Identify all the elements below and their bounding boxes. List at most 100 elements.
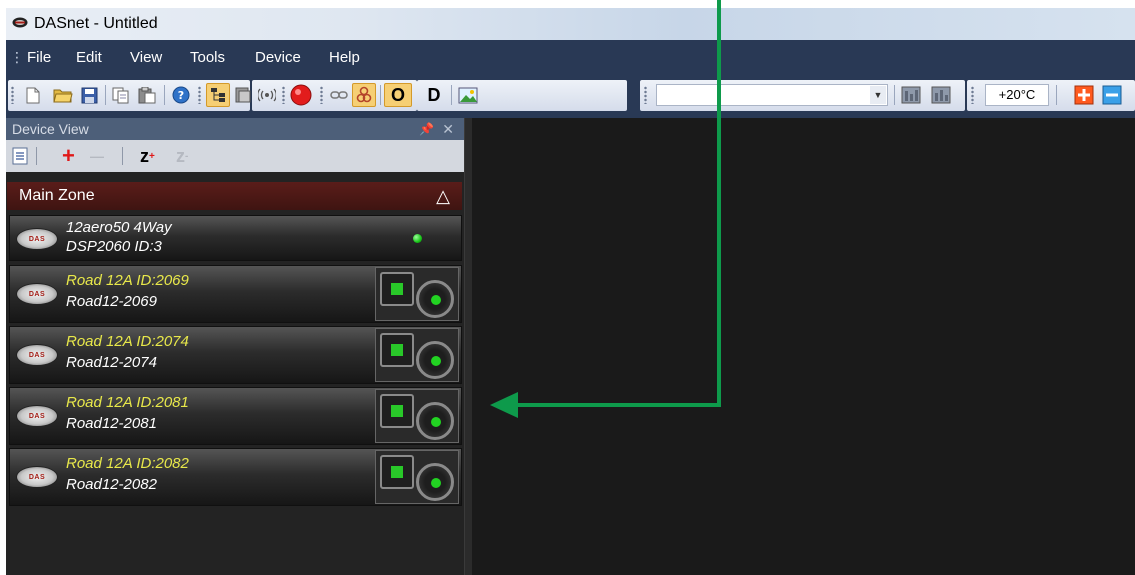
device-view-panel: Device View 📌 ✕ + — z+ z- Main Zone △ D xyxy=(6,118,464,575)
speaker-icon[interactable] xyxy=(375,328,459,382)
device-row[interactable]: DAS Road 12A ID:2069 Road12-2069 xyxy=(9,265,462,323)
increase-icon[interactable] xyxy=(1073,83,1095,107)
menu-file[interactable]: File xyxy=(27,49,51,66)
device-name: Road12-2082 xyxy=(66,476,157,493)
device-row[interactable]: DAS 12aero50 4Way DSP2060 ID:3 xyxy=(9,215,462,261)
picture-icon[interactable] xyxy=(457,83,479,107)
toolbar-grip-icon xyxy=(198,86,201,104)
preset-toolbar-strip: ▼ xyxy=(640,80,965,111)
save-icon[interactable] xyxy=(78,83,100,107)
close-icon[interactable]: ✕ xyxy=(442,118,454,140)
temperature-field[interactable]: +20°C xyxy=(985,84,1049,106)
link-icon[interactable] xyxy=(328,83,350,107)
toolbar-grip-icon xyxy=(11,86,14,104)
menu-grip-icon: ⋮ xyxy=(10,49,24,65)
zone-header[interactable]: Main Zone △ xyxy=(7,182,462,210)
panel-toolbar: + — z + z- xyxy=(6,140,464,172)
properties-icon[interactable] xyxy=(12,145,28,167)
wireless-icon[interactable] xyxy=(256,83,278,107)
menu-device[interactable]: Device xyxy=(255,49,301,66)
design-mode-button[interactable]: D xyxy=(421,83,447,107)
device-row[interactable]: DAS Road 12A ID:2082 Road12-2082 xyxy=(9,448,462,506)
new-file-icon[interactable] xyxy=(22,83,44,107)
collapse-triangle-icon[interactable]: △ xyxy=(436,182,450,210)
add-device-button[interactable]: + xyxy=(62,143,75,168)
preset-combobox[interactable]: ▼ xyxy=(656,84,888,106)
speaker-cone-icon xyxy=(416,280,454,318)
toolbar-grip-icon xyxy=(644,86,647,104)
title-bar: DASnet - Untitled xyxy=(6,8,1135,40)
menu-help[interactable]: Help xyxy=(329,49,360,66)
decrease-icon[interactable] xyxy=(1101,83,1123,107)
toolbar-separator xyxy=(36,147,37,165)
group-icon[interactable] xyxy=(352,83,376,107)
toolbar-separator xyxy=(1056,85,1057,105)
toolbar-grip-icon xyxy=(320,86,323,104)
device-name: Road12-2069 xyxy=(66,293,157,310)
online-mode-button[interactable]: O xyxy=(384,83,412,107)
device-name: Road12-2074 xyxy=(66,354,157,371)
copy-icon[interactable] xyxy=(110,83,132,107)
speaker-box-icon xyxy=(380,333,414,367)
connection-toolbar-strip: O xyxy=(252,80,417,111)
menu-edit[interactable]: Edit xyxy=(76,49,102,66)
open-folder-icon[interactable] xyxy=(52,83,74,107)
speaker-icon[interactable] xyxy=(375,267,459,321)
remove-device-button[interactable]: — xyxy=(90,145,104,167)
device-row[interactable]: DAS Road 12A ID:2074 Road12-2074 xyxy=(9,326,462,384)
menu-tools[interactable]: Tools xyxy=(190,49,225,66)
toolbar-separator xyxy=(164,85,165,105)
das-logo-icon: DAS xyxy=(16,405,58,427)
device-list-icon[interactable] xyxy=(232,83,254,107)
toolbar-separator xyxy=(894,85,895,105)
menu-view[interactable]: View xyxy=(130,49,162,66)
mode-toolbar-strip: D xyxy=(417,80,627,111)
toolbar-separator xyxy=(122,147,123,165)
help-icon[interactable]: ? xyxy=(170,83,192,107)
panel-splitter[interactable] xyxy=(464,118,472,575)
speaker-box-icon xyxy=(380,272,414,306)
chevron-down-icon[interactable]: ▼ xyxy=(870,86,886,104)
zoom-in-button[interactable]: z + xyxy=(140,145,155,167)
device-name: DSP2060 ID:3 xyxy=(66,238,162,255)
das-logo-icon xyxy=(12,17,28,28)
toolbar-separator xyxy=(380,85,381,105)
svg-text:?: ? xyxy=(178,89,184,102)
temperature-toolbar-strip: +20°C xyxy=(967,80,1135,111)
device-name: Road12-2081 xyxy=(66,415,157,432)
device-model: Road 12A ID:2081 xyxy=(66,394,189,411)
toolbar-separator xyxy=(451,85,452,105)
device-tree-icon[interactable] xyxy=(206,83,230,107)
panel-header: Device View 📌 ✕ xyxy=(6,118,464,140)
speaker-icon[interactable] xyxy=(375,450,459,504)
speaker-cone-icon xyxy=(416,463,454,501)
pin-icon[interactable]: 📌 xyxy=(419,118,434,140)
das-logo-icon: DAS xyxy=(16,228,58,250)
speaker-box-icon xyxy=(380,394,414,428)
record-icon[interactable] xyxy=(290,83,312,107)
speaker-icon[interactable] xyxy=(375,389,459,443)
status-led-icon xyxy=(413,234,422,243)
meter-icon[interactable] xyxy=(900,83,922,107)
paste-icon[interactable] xyxy=(136,83,158,107)
meter-alt-icon[interactable] xyxy=(930,83,952,107)
speaker-cone-icon xyxy=(416,341,454,379)
das-logo-icon: DAS xyxy=(16,466,58,488)
window-title: DASnet - Untitled xyxy=(34,15,158,32)
device-row[interactable]: DAS Road 12A ID:2081 Road12-2081 xyxy=(9,387,462,445)
zoom-out-button[interactable]: z- xyxy=(176,145,188,167)
app-window: DASnet - Untitled ⋮ File Edit View Tools… xyxy=(6,8,1135,575)
device-model: Road 12A ID:2082 xyxy=(66,455,189,472)
speaker-cone-icon xyxy=(416,402,454,440)
main-toolbar: ? O D ▼ +20°C xyxy=(6,73,1135,118)
zoom-out-label: z xyxy=(176,145,185,166)
toolbar-grip-icon xyxy=(971,86,974,104)
toolbar-grip-icon xyxy=(282,86,285,104)
zoom-in-label: z xyxy=(140,145,149,166)
panel-title: Device View xyxy=(12,121,89,137)
das-logo-icon: DAS xyxy=(16,344,58,366)
speaker-box-icon xyxy=(380,455,414,489)
zone-name: Main Zone xyxy=(19,187,95,204)
device-model: Road 12A ID:2069 xyxy=(66,272,189,289)
design-workspace[interactable] xyxy=(472,118,1135,575)
